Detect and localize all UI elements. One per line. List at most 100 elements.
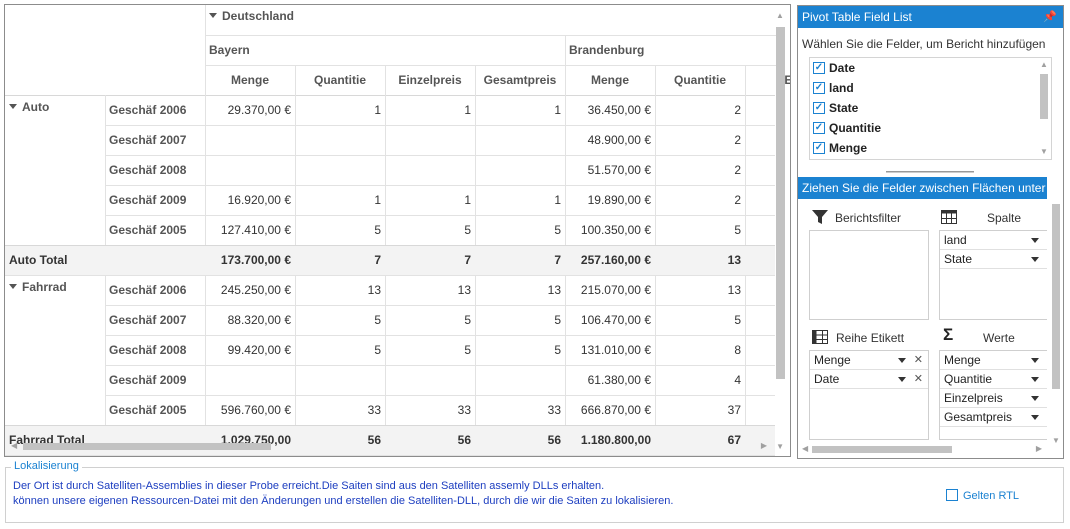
panel-vertical-scrollbar[interactable]: ▼ <box>1051 196 1061 446</box>
field-item-date[interactable]: ✓ Date <box>810 58 1051 78</box>
chip-label: Menge <box>944 353 981 367</box>
total-value-cell: 7 <box>464 253 471 267</box>
grid-scroll-down-icon[interactable]: ▼ <box>776 442 784 452</box>
value-cell: 36.450,00 € <box>587 103 651 117</box>
field-checkbox[interactable]: ✓ <box>813 121 825 134</box>
field-label: State <box>829 101 859 115</box>
field-checkbox[interactable]: ✓ <box>813 101 825 114</box>
columns-icon <box>941 210 957 224</box>
row-group-header[interactable]: Fahrrad <box>5 275 105 299</box>
row-label: Geschäf 2005 <box>109 403 187 417</box>
area-field-chip[interactable]: land <box>940 231 1047 250</box>
value-cell: 2 <box>734 133 741 147</box>
area-field-chip[interactable]: Quantitie <box>940 370 1047 389</box>
value-cell <box>295 365 385 395</box>
chevron-down-icon[interactable] <box>1031 377 1039 382</box>
scroll-left-icon[interactable]: ◀ <box>11 441 17 451</box>
rows-drop-area[interactable]: Menge ✕ Date ✕ <box>809 350 929 440</box>
field-checkbox[interactable]: ✓ <box>813 141 825 154</box>
value-cell: 5 <box>374 343 381 357</box>
panel-scroll-down-icon[interactable]: ▼ <box>1052 436 1060 446</box>
expand-icon[interactable] <box>209 13 217 19</box>
chevron-down-icon[interactable] <box>898 358 906 363</box>
collapse-icon[interactable] <box>9 284 17 290</box>
value-cell: 61.380,00 € <box>587 373 651 387</box>
field-list-scrollbar[interactable]: ▲ ▼ <box>1039 60 1049 157</box>
field-scroll-down-icon[interactable]: ▼ <box>1040 147 1048 157</box>
field-scroll-up-icon[interactable]: ▲ <box>1040 60 1048 70</box>
field-checkbox[interactable]: ✓ <box>813 81 825 94</box>
chevron-down-icon[interactable] <box>1031 257 1039 262</box>
splitter-handle[interactable] <box>886 171 974 173</box>
value-cell: 33 <box>457 403 471 417</box>
field-list: ✓ Date ✓ land ✓ State ✓ Quantitie ✓ Menge ▲ ▼ <box>809 57 1052 160</box>
total-value-cell: 257.160,00 € <box>580 253 651 267</box>
chevron-down-icon[interactable] <box>1031 415 1039 420</box>
values-area-label: Werte <box>983 331 1015 345</box>
remove-icon[interactable]: ✕ <box>914 351 923 369</box>
value-cell: 215.070,00 € <box>580 283 651 297</box>
panel-horizontal-scroll-thumb[interactable] <box>812 446 952 453</box>
field-label: Menge <box>829 141 868 155</box>
field-label: land <box>829 81 854 95</box>
area-field-chip[interactable]: Menge <box>940 351 1047 370</box>
column-header-label: Deutschland <box>222 9 295 23</box>
chip-label: Quantitie <box>944 372 993 386</box>
value-cell: 16.920,00 € <box>227 193 291 207</box>
columns-drop-area[interactable]: land State <box>939 230 1047 320</box>
row-label: Geschäf 2007 <box>109 313 187 327</box>
pin-icon[interactable]: 📌 <box>1043 6 1057 28</box>
total-value-cell: 173.700,00 € <box>220 253 291 267</box>
values-drop-area[interactable]: Menge Quantitie Einzelpreis Gesamtpreis <box>939 350 1047 440</box>
chevron-down-icon[interactable] <box>1031 396 1039 401</box>
area-field-chip[interactable]: Date ✕ <box>810 370 928 389</box>
rows-area-label: Reihe Etikett <box>836 331 905 345</box>
chevron-down-icon[interactable] <box>898 377 906 382</box>
value-cell: 2 <box>734 103 741 117</box>
grid-horizontal-scroll-thumb[interactable] <box>23 443 271 450</box>
area-field-chip[interactable]: State <box>940 250 1047 269</box>
panel-title: Pivot Table Field List <box>802 10 912 24</box>
value-cell: 4 <box>734 373 741 387</box>
collapse-icon[interactable] <box>9 104 17 110</box>
grid-horizontal-scrollbar[interactable]: ◀ ▶ <box>9 440 769 452</box>
panel-scroll-right-icon[interactable]: ▶ <box>1036 444 1042 454</box>
measure-header: Menge <box>590 73 629 87</box>
field-item-menge[interactable]: ✓ Menge <box>810 138 1051 158</box>
scroll-right-icon[interactable]: ▶ <box>761 441 767 451</box>
field-item-land[interactable]: ✓ land <box>810 78 1051 98</box>
panel-scroll-left-icon[interactable]: ◀ <box>802 444 808 454</box>
panel-horizontal-scrollbar[interactable]: ◀ ▶ <box>802 444 1042 454</box>
row-group-header[interactable]: Auto <box>5 95 105 119</box>
area-field-chip[interactable]: Gesamtpreis <box>940 408 1047 427</box>
chevron-down-icon[interactable] <box>1031 238 1039 243</box>
value-cell <box>385 365 475 395</box>
measure-header: Quantitie <box>313 73 366 87</box>
field-checkbox[interactable]: ✓ <box>813 61 825 74</box>
pivot-grid[interactable]: Deutschland Bayern Brandenburg Menge Quantit… <box>4 4 791 457</box>
region-header-brandenburg: Brandenburg <box>569 43 645 57</box>
measure-header: Quantitie <box>673 73 726 87</box>
column-header-deutschland[interactable]: Deutschland <box>209 5 409 27</box>
value-cell: 5 <box>374 223 381 237</box>
field-item-state[interactable]: ✓ State <box>810 98 1051 118</box>
value-cell: 1 <box>374 103 381 117</box>
rtl-checkbox-box[interactable] <box>946 489 958 502</box>
grid-vertical-scrollbar[interactable]: ▲ <box>775 11 786 385</box>
value-cell <box>205 155 295 185</box>
panel-vertical-scroll-thumb[interactable] <box>1052 204 1060 389</box>
filter-drop-area[interactable] <box>809 230 929 320</box>
value-cell <box>205 125 295 155</box>
field-list-scroll-thumb[interactable] <box>1040 74 1048 119</box>
area-field-chip[interactable]: Einzelpreis <box>940 389 1047 408</box>
value-cell: 1 <box>374 193 381 207</box>
scroll-up-icon[interactable]: ▲ <box>776 11 784 21</box>
rtl-checkbox[interactable]: Gelten RTL <box>946 489 1019 502</box>
area-field-chip[interactable]: Menge ✕ <box>810 351 928 370</box>
measure-header: Gesamtpreis <box>483 73 557 87</box>
field-item-quantitie[interactable]: ✓ Quantitie <box>810 118 1051 138</box>
chevron-down-icon[interactable] <box>1031 358 1039 363</box>
row-label: Geschäf 2008 <box>109 343 187 357</box>
grid-vertical-scroll-thumb[interactable] <box>776 27 785 379</box>
remove-icon[interactable]: ✕ <box>914 370 923 388</box>
